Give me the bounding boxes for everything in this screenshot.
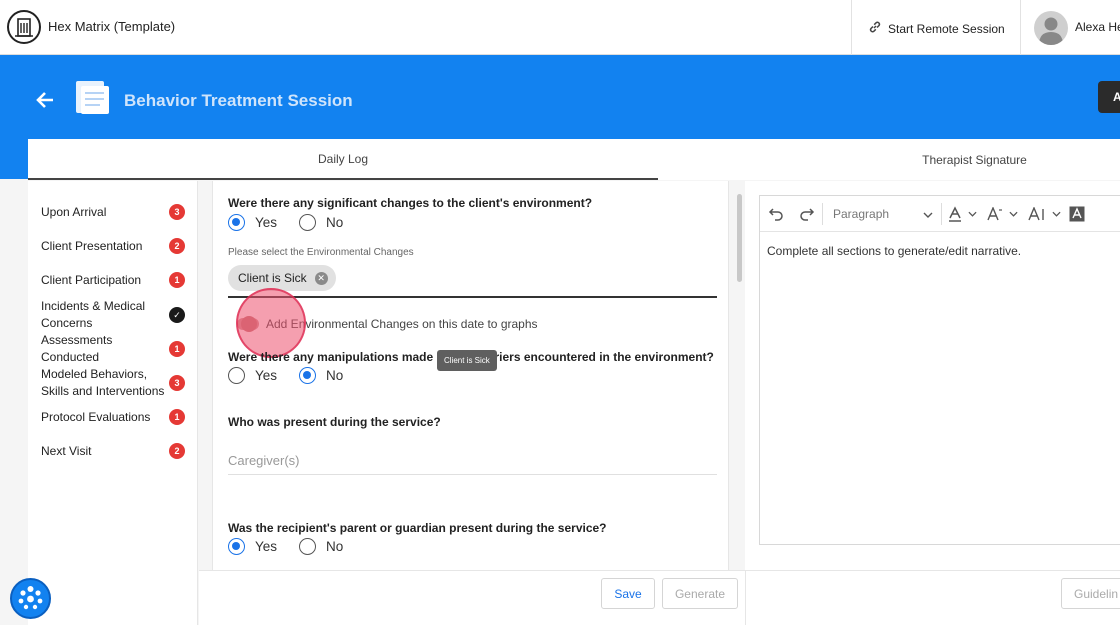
daily-log-form: Were there any significant changes to th… xyxy=(212,181,729,570)
nav-item-label: Protocol Evaluations xyxy=(41,410,151,424)
divider xyxy=(1020,0,1021,55)
tooltip: Client is Sick xyxy=(437,350,497,371)
nav-badge: 1 xyxy=(169,272,185,288)
link-icon xyxy=(868,20,882,37)
accessibility-widget-icon[interactable] xyxy=(10,578,51,619)
radio-yes[interactable] xyxy=(228,367,245,384)
start-remote-session-label: Start Remote Session xyxy=(888,21,1005,36)
radio-group-manipulations: Yes No xyxy=(228,367,343,384)
back-arrow-icon[interactable] xyxy=(34,89,56,111)
divider xyxy=(851,0,852,55)
undo-icon[interactable] xyxy=(760,196,792,232)
check-circle-icon: ✓ xyxy=(169,307,185,323)
tab-daily-log[interactable]: Daily Log xyxy=(28,139,658,180)
editor-toolbar: Paragraph xyxy=(760,196,1120,232)
redo-icon[interactable] xyxy=(792,196,822,232)
narrative-text: Complete all sections to generate/edit n… xyxy=(767,244,1022,258)
radio-no[interactable] xyxy=(299,538,317,555)
narrative-editor[interactable]: Paragraph Complete all sections to gener… xyxy=(759,195,1120,545)
text-case-icon[interactable] xyxy=(1022,196,1066,232)
org-name[interactable]: Hex Matrix (Template) xyxy=(48,19,175,34)
radio-no[interactable] xyxy=(299,367,317,384)
question-guardian-present: Was the recipient's parent or guardian p… xyxy=(228,521,607,535)
radio-group-guardian: Yes No xyxy=(228,538,343,555)
nav-badge: 2 xyxy=(169,443,185,459)
radio-no-label: No xyxy=(326,215,344,230)
nav-item-label: Incidents & Medical Concerns xyxy=(41,299,146,330)
narrative-panel: Paragraph Complete all sections to gener… xyxy=(745,181,1120,570)
block-style-value: Paragraph xyxy=(833,206,890,221)
nav-item-label: Assessments Conducted xyxy=(41,333,113,364)
nav-badge: 3 xyxy=(169,204,185,220)
page-title: Behavior Treatment Session xyxy=(124,91,353,110)
remove-chip-icon[interactable]: ✕ xyxy=(314,271,328,285)
nav-item-label: Next Visit xyxy=(41,444,92,458)
selected-chip[interactable]: Client is Sick ✕ xyxy=(228,265,336,291)
building-icon[interactable] xyxy=(7,10,41,44)
document-icon xyxy=(72,78,112,116)
chip-label: Client is Sick xyxy=(238,271,307,285)
guidelines-button[interactable]: Guidelin xyxy=(1061,578,1120,609)
nav-item-label: Upon Arrival xyxy=(41,205,107,219)
chevron-down-icon xyxy=(923,207,933,221)
user-name[interactable]: Alexa He xyxy=(1075,20,1120,34)
nav-item-incidents-medical[interactable]: Incidents & Medical Concerns xyxy=(41,298,161,331)
scrollbar[interactable] xyxy=(737,194,742,282)
radio-no-label: No xyxy=(326,368,344,383)
graph-toggle[interactable] xyxy=(237,316,259,332)
save-button[interactable]: Save xyxy=(601,578,655,609)
font-color-icon[interactable] xyxy=(942,196,982,232)
question-environment-changes: Were there any significant changes to th… xyxy=(228,196,593,210)
tab-therapist-signature[interactable]: Therapist Signature xyxy=(658,139,1120,180)
divider xyxy=(745,571,746,625)
question-who-present: Who was present during the service? xyxy=(228,415,441,429)
graph-toggle-label: Add Environmental Changes on this date t… xyxy=(266,317,538,331)
caregiver-input[interactable]: Caregiver(s) xyxy=(228,449,717,475)
environmental-changes-label: Please select the Environmental Changes xyxy=(228,247,414,258)
nav-item-assessments[interactable]: Assessments Conducted xyxy=(41,332,151,365)
radio-yes-label: Yes xyxy=(255,215,278,230)
block-style-select[interactable]: Paragraph xyxy=(823,207,941,221)
nav-badge: 1 xyxy=(169,409,185,425)
top-bar: Hex Matrix (Template) Start Remote Sessi… xyxy=(0,0,1120,55)
nav-badge: 2 xyxy=(169,238,185,254)
generate-button[interactable]: Generate xyxy=(662,578,738,609)
highlight-icon[interactable] xyxy=(1066,196,1088,232)
radio-no[interactable] xyxy=(299,214,317,231)
nav-item-label: Modeled Behaviors, Skills and Interventi… xyxy=(41,367,165,398)
radio-yes-label: Yes xyxy=(255,368,278,383)
environmental-changes-select[interactable] xyxy=(228,296,717,298)
footer-actions: Save Generate Guidelin xyxy=(199,570,1120,625)
start-remote-session-button[interactable]: Start Remote Session xyxy=(868,20,1005,37)
radio-yes[interactable] xyxy=(228,214,245,231)
nav-badge: 3 xyxy=(169,375,185,391)
nav-item-label: Client Participation xyxy=(41,273,142,287)
tab-bar: Daily Log Therapist Signature xyxy=(28,139,1120,180)
nav-item-modeled-behaviors[interactable]: Modeled Behaviors, Skills and Interventi… xyxy=(41,366,166,399)
nav-badge: 1 xyxy=(169,341,185,357)
nav-item-label: Client Presentation xyxy=(41,239,143,253)
header-action-button[interactable]: A xyxy=(1098,81,1120,113)
section-nav: Upon Arrival 3 Client Presentation 2 Cli… xyxy=(28,181,198,625)
avatar[interactable] xyxy=(1034,11,1068,45)
font-size-icon[interactable] xyxy=(982,196,1022,232)
radio-group-environment-changes: Yes No xyxy=(228,214,343,231)
radio-no-label: No xyxy=(326,539,344,554)
radio-yes-label: Yes xyxy=(255,539,278,554)
radio-yes[interactable] xyxy=(228,538,245,555)
